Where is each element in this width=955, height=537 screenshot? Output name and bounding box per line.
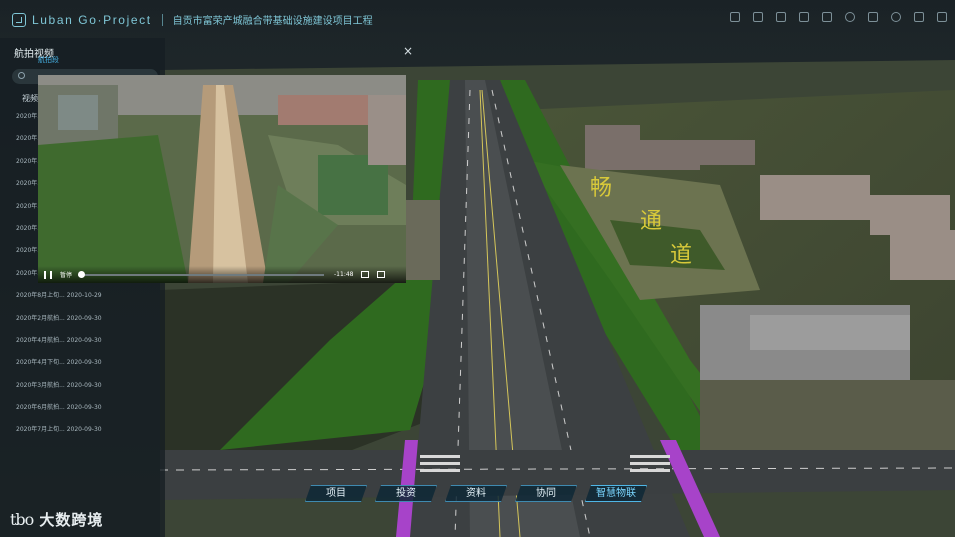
watermark-text: 大数跨境	[39, 511, 104, 529]
project-title: 自贡市富荣产城融合带基础设施建设项目工程	[172, 16, 373, 27]
divider	[161, 13, 163, 26]
play-label[interactable]: 暂停	[60, 270, 72, 279]
grid-icon[interactable]	[868, 12, 878, 22]
nav-investment-button[interactable]: 投资	[375, 485, 437, 502]
image-icon[interactable]	[822, 12, 832, 22]
home-icon[interactable]	[799, 12, 809, 22]
layers-icon[interactable]	[753, 12, 763, 22]
video-controls: 暂停 -11:48	[38, 266, 406, 283]
video-icon[interactable]	[776, 12, 786, 22]
doc-icon[interactable]	[730, 12, 740, 22]
progress-bar[interactable]	[78, 270, 325, 278]
list-item[interactable]: 2020年3月航拍... 2020-09-30	[16, 380, 102, 402]
video-frame[interactable]	[38, 75, 406, 283]
top-bar: Luban Go·Project 自贡市富荣产城融合带基础设施建设项目工程	[0, 0, 955, 38]
toolbar	[730, 12, 947, 22]
monitor-icon[interactable]	[914, 12, 924, 22]
pause-icon[interactable]	[44, 270, 52, 279]
watermark-logo: tbo	[10, 510, 34, 529]
list-item[interactable]: 2020年7月上旬... 2020-09-30	[16, 424, 102, 446]
list-item[interactable]: 2020年4月航拍... 2020-09-30	[16, 335, 102, 357]
video-image	[38, 75, 406, 283]
tab-aerial-section[interactable]: 航拍段	[38, 55, 59, 65]
column-header: 视频	[22, 94, 38, 103]
logo-icon	[12, 12, 26, 27]
list-item[interactable]: 2020年4月下旬... 2020-09-30	[16, 357, 102, 379]
pip-icon[interactable]	[361, 271, 370, 278]
nav-project-button[interactable]: 项目	[305, 485, 367, 502]
list-item[interactable]: 2020年2月航拍... 2020-09-30	[16, 313, 102, 335]
brand-name: Luban Go·Project	[32, 12, 152, 27]
nav-documents-button[interactable]: 资料	[445, 485, 507, 502]
menu-icon[interactable]	[937, 12, 947, 22]
target-icon[interactable]	[891, 12, 901, 22]
eye-icon[interactable]	[845, 12, 855, 22]
nav-smart-iot-button[interactable]: 智慧物联	[585, 485, 647, 502]
fullscreen-icon[interactable]	[377, 271, 386, 278]
watermark: tbo 大数跨境	[10, 509, 103, 530]
search-icon	[18, 72, 25, 79]
remaining-time: -11:48	[334, 271, 354, 278]
list-item[interactable]: 2020年6月航拍... 2020-09-30	[16, 402, 102, 424]
nav-collaboration-button[interactable]: 协同	[515, 485, 577, 502]
bottom-nav: 项目 投资 资料 协同 智慧物联	[305, 485, 647, 502]
svg-text:道: 道	[670, 243, 692, 268]
brand[interactable]: Luban Go·Project 自贡市富荣产城融合带基础设施建设项目工程	[12, 12, 373, 27]
list-item[interactable]: 2020年8月上旬... 2020-10-29	[16, 290, 102, 312]
progress-knob[interactable]	[78, 270, 86, 278]
close-icon[interactable]: ×	[403, 44, 413, 58]
svg-text:通: 通	[640, 209, 662, 234]
svg-text:畅: 畅	[590, 176, 612, 201]
